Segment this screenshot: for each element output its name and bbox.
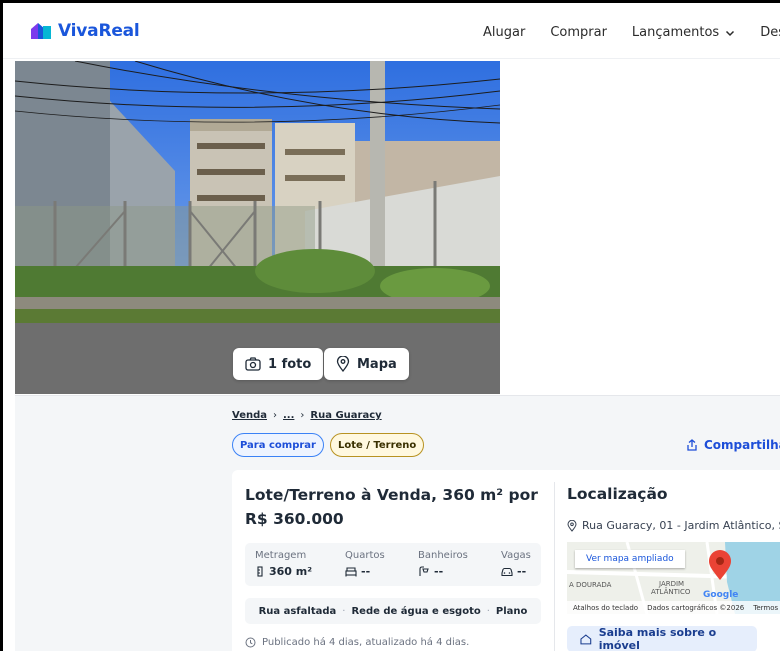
chevron-right-icon: › [300,410,305,421]
tag-lote-terreno: Lote / Terreno [329,433,425,457]
nav-item-des[interactable]: Des [760,25,780,40]
main-nav: Alugar Comprar Lançamentos Des [483,25,780,40]
separator-dot: · [486,605,490,617]
stat-value: 360 m² [269,565,313,578]
breadcrumb: Venda › ... › Rua Guaracy [232,410,382,421]
listing-photo-image [15,61,500,394]
listing-photo[interactable]: 1 foto Mapa [15,61,500,394]
stat-vagas: Vagas -- [501,550,531,578]
breadcrumb-venda[interactable]: Venda [232,410,267,421]
location-map[interactable]: A DOURADA JARDIM ATLÂNTICO Google Ver ma… [567,542,780,614]
listing-tags: Para comprar Lote / Terreno [232,433,425,457]
amenity-item: Rua asfaltada [258,605,337,617]
stat-quartos: Quartos -- [345,550,385,578]
vivareal-logo-icon [31,23,51,39]
photos-button-label: 1 foto [268,356,312,372]
share-label: Compartilhar [704,438,780,452]
map-data-text: Dados cartográficos ©2026 [647,603,745,612]
nav-item-comprar[interactable]: Comprar [550,25,607,40]
published-text: Publicado há 4 dias, atualizado há 4 dia… [262,637,470,648]
google-logo: Google [703,590,738,600]
address-text: Rua Guaracy, 01 - Jardim Atlântico, S [582,519,780,532]
brand-logo[interactable]: VivaReal [29,21,140,41]
site-header: VivaReal Alugar Comprar Lançamentos Des [3,3,780,59]
chevron-down-icon [726,30,735,36]
nav-item-lancamentos[interactable]: Lançamentos [632,25,735,40]
stat-label: Vagas [501,550,531,561]
keyboard-shortcuts-link[interactable]: Atalhos do teclado [573,604,638,612]
nav-item-alugar[interactable]: Alugar [483,25,525,40]
nav-item-lancamentos-label: Lançamentos [631,25,720,40]
more-about-property-label: Saiba mais sobre o imóvel [598,626,717,651]
bed-icon [345,566,357,576]
listing-title: Lote/Terreno à Venda, 360 m² por R$ 360.… [245,486,538,528]
map-label: A DOURADA [569,581,612,589]
more-about-property-button[interactable]: Saiba mais sobre o imóvel [567,626,757,651]
chevron-right-icon: › [273,410,277,421]
clock-icon [245,637,256,648]
map-label: ATLÂNTICO [651,587,691,596]
map-label: JARDIM [658,580,684,588]
stat-banheiros: Banheiros -- [418,550,468,578]
stat-metragem: Metragem 360 m² [255,550,312,578]
map-pin-icon [567,519,577,532]
map-footer: Atalhos do teclado Dados cartográficos ©… [567,601,780,614]
listing-stats: Metragem 360 m² Quartos -- Banheiros -- … [245,543,541,586]
breadcrumb-rua-guaracy[interactable]: Rua Guaracy [310,410,381,421]
stat-label: Banheiros [418,550,468,561]
stat-label: Metragem [255,550,307,561]
breadcrumb-ellipsis[interactable]: ... [283,410,294,421]
stat-value: -- [434,565,444,578]
tag-para-comprar: Para comprar [232,433,324,457]
map-pin-icon [336,356,350,372]
location-address: Rua Guaracy, 01 - Jardim Atlântico, S [567,519,780,532]
gallery: 1 foto Mapa [15,61,780,395]
terms-link[interactable]: Termos [753,604,778,612]
card-divider [554,482,555,651]
photos-button[interactable]: 1 foto [233,348,324,380]
location-title: Localização [567,485,668,503]
brand-name: VivaReal [58,21,140,41]
map-button[interactable]: Mapa [324,348,409,380]
stat-label: Quartos [345,550,385,561]
car-icon [501,567,513,576]
stat-value: -- [361,565,371,578]
view-larger-map-link[interactable]: Ver mapa ampliado [575,550,685,568]
amenities: Rua asfaltada · Rede de água e esgoto · … [245,598,541,624]
ruler-icon [257,566,263,577]
page: VivaReal Alugar Comprar Lançamentos Des [0,0,780,651]
amenity-item: Rede de água e esgoto [351,605,481,617]
amenity-item: Plano [495,605,528,617]
map-button-label: Mapa [357,356,397,372]
share-icon [687,439,697,451]
share-button[interactable]: Compartilhar [686,438,780,452]
shower-icon [419,566,429,576]
separator-dot: · [342,605,346,617]
published-info: Publicado há 4 dias, atualizado há 4 dia… [245,637,469,648]
camera-icon [245,357,261,371]
stat-value: -- [517,565,527,578]
home-icon [580,633,592,644]
